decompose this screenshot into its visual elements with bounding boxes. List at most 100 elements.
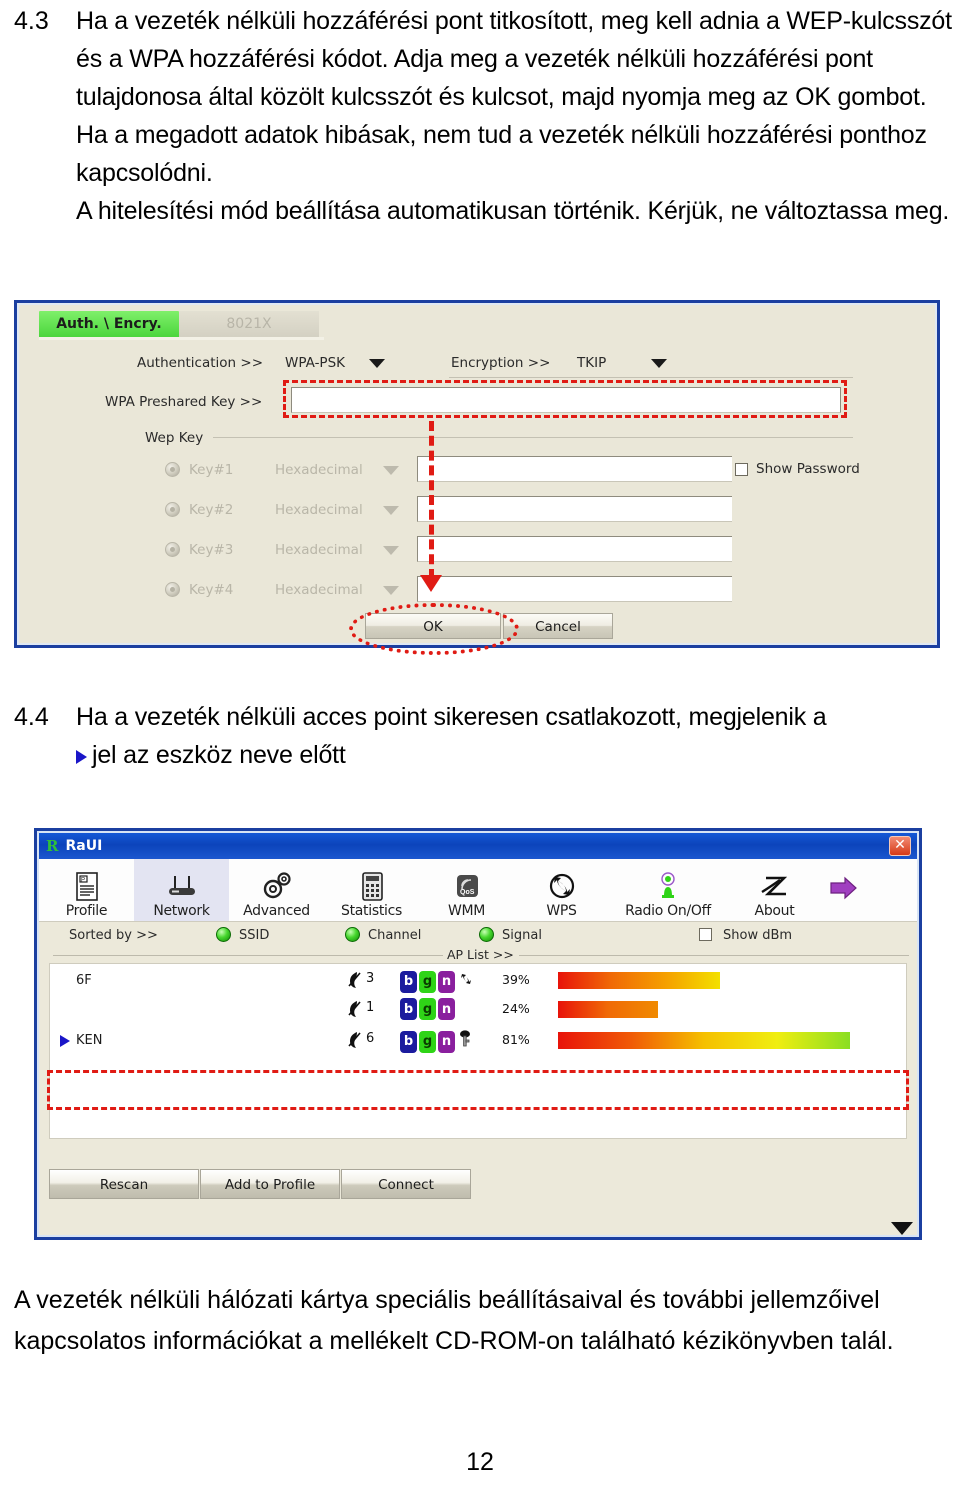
show-dbm-checkbox[interactable]	[699, 928, 712, 941]
tab-auth-encry[interactable]: Auth. \ Encry.	[39, 311, 179, 338]
expand-panel-button[interactable]	[826, 859, 862, 921]
wep-key-1-format[interactable]: Hexadecimal	[275, 462, 363, 478]
wep-key-3-label: Key#3	[189, 542, 234, 558]
scroll-down-icon[interactable]	[891, 1222, 913, 1235]
ap-list-label: AP List >>	[443, 947, 518, 962]
lock-icon	[457, 1029, 473, 1054]
add-to-profile-button[interactable]: Add to Profile	[200, 1169, 340, 1199]
authentication-value[interactable]: WPA-PSK	[285, 355, 345, 371]
closing-paragraph: A vezeték nélküli hálózati kártya speciá…	[14, 1286, 894, 1355]
wpa-preshared-key-label: WPA Preshared Key >>	[105, 394, 263, 410]
tab-radio-onoff-label: Radio On/Off	[625, 903, 711, 919]
tabbar-underline	[39, 337, 324, 340]
wep-key-4-input[interactable]	[417, 576, 732, 602]
svg-text:P: P	[81, 878, 85, 884]
tab-8021x[interactable]: 8021X	[179, 311, 319, 338]
about-icon	[758, 869, 792, 903]
encryption-label: Encryption >>	[451, 355, 551, 371]
tab-about[interactable]: About	[727, 859, 822, 921]
network-icon	[164, 869, 200, 903]
tab-statistics[interactable]: Statistics	[324, 859, 419, 921]
authentication-chevron-down-icon[interactable]	[369, 359, 385, 368]
profile-icon: P	[72, 869, 102, 903]
raui-toolbar: P Profile Network Advanced Statistics Qo…	[39, 859, 917, 922]
advanced-icon	[260, 869, 294, 903]
wep-key-2-label: Key#2	[189, 502, 234, 518]
tab-wmm[interactable]: QoS WMM	[419, 859, 514, 921]
show-dbm-label: Show dBm	[723, 928, 793, 943]
ap-row-1-ssid: 6F	[76, 973, 92, 988]
wep-key-1-chevron-down-icon[interactable]	[383, 466, 399, 475]
ap-row-1-badges: b g n	[400, 969, 475, 994]
wep-key-2-radio[interactable]	[165, 502, 180, 517]
raui-titlebar: R RaUI ✕	[39, 833, 917, 859]
wep-key-4-chevron-down-icon[interactable]	[383, 586, 399, 595]
svg-text:QoS: QoS	[460, 889, 475, 896]
wep-key-4-format[interactable]: Hexadecimal	[275, 582, 363, 598]
cancel-button[interactable]: Cancel	[503, 613, 613, 639]
document-page: 4.3 Ha a vezeték nélküli hozzáférési pon…	[0, 0, 960, 1504]
wep-key-3-chevron-down-icon[interactable]	[383, 546, 399, 555]
table-row[interactable]: 6F 3 b g n 39%	[50, 966, 906, 995]
tab-profile[interactable]: P Profile	[39, 859, 134, 921]
section-4-3-number: 4.3	[14, 7, 49, 35]
wep-key-3-format[interactable]: Hexadecimal	[275, 542, 363, 558]
ap-row-3-signal-bar	[558, 1032, 850, 1049]
section-4-3-body: Ha a vezeték nélküli hozzáférési pont ti…	[76, 2, 958, 230]
badge-b-icon: b	[400, 970, 417, 993]
wep-key-2-input[interactable]	[417, 496, 732, 522]
badge-n-icon: n	[438, 1030, 455, 1053]
tab-radio-onoff[interactable]: Radio On/Off	[609, 859, 727, 921]
ap-list[interactable]: 6F 3 b g n 39% 1 b g n 24% KEN 6 b g n 8…	[49, 963, 907, 1139]
wep-key-3-input[interactable]	[417, 536, 732, 562]
tab-about-label: About	[754, 903, 795, 919]
section-4-3-paragraph-1: Ha a vezeték nélküli hozzáférési pont ti…	[76, 7, 952, 187]
encryption-value[interactable]: TKIP	[577, 355, 606, 371]
badge-b-icon: b	[400, 998, 417, 1020]
connect-button[interactable]: Connect	[341, 1169, 471, 1199]
close-icon[interactable]: ✕	[889, 836, 911, 856]
sort-signal-radio[interactable]	[479, 927, 494, 942]
ap-row-2-badges: b g n	[400, 998, 455, 1020]
page-number: 12	[466, 1448, 494, 1476]
authentication-label: Authentication >>	[137, 355, 264, 371]
show-password-checkbox[interactable]	[735, 463, 748, 476]
rescan-button[interactable]: Rescan	[49, 1169, 199, 1199]
ap-list-header: AP List >>	[39, 947, 917, 963]
badge-n-icon: n	[438, 970, 455, 993]
sort-signal-label: Signal	[502, 928, 542, 943]
wep-key-1-input[interactable]	[417, 456, 732, 482]
tab-advanced[interactable]: Advanced	[229, 859, 324, 921]
channel-icon	[346, 999, 364, 1024]
wep-key-4-radio[interactable]	[165, 582, 180, 597]
wep-key-group-label: Wep Key	[145, 430, 204, 446]
statistics-icon	[357, 869, 387, 903]
ap-row-3-channel: 6	[366, 1031, 375, 1046]
sort-ssid-radio[interactable]	[216, 927, 231, 942]
tab-network-label: Network	[153, 903, 210, 919]
blue-triangle-icon	[76, 750, 87, 764]
encryption-chevron-down-icon[interactable]	[651, 359, 667, 368]
annotation-box-connected-ap	[47, 1070, 909, 1110]
section-4-4-number: 4.4	[14, 703, 49, 731]
ralink-logo-icon: R	[46, 837, 59, 855]
sort-channel-radio[interactable]	[345, 927, 360, 942]
table-row[interactable]: 1 b g n 24%	[50, 995, 906, 1024]
wep-key-3-radio[interactable]	[165, 542, 180, 557]
ap-row-2-channel: 1	[366, 1000, 375, 1015]
annotation-oval-ok-button	[349, 603, 519, 655]
raui-window-title: RaUI	[65, 838, 103, 854]
tab-wps[interactable]: WPS	[514, 859, 609, 921]
badge-b-icon: b	[400, 1030, 417, 1053]
section-4-3-paragraph-2: A hitelesítési mód beállítása automatiku…	[76, 197, 950, 225]
tab-wps-label: WPS	[546, 903, 577, 919]
wep-key-2-chevron-down-icon[interactable]	[383, 506, 399, 515]
annotation-vertical-line	[429, 421, 434, 579]
tab-statistics-label: Statistics	[341, 903, 402, 919]
wep-key-1-radio[interactable]	[165, 462, 180, 477]
wep-key-2-format[interactable]: Hexadecimal	[275, 502, 363, 518]
tab-network[interactable]: Network	[134, 859, 229, 921]
annotation-box-preshared-key	[283, 380, 847, 418]
table-row[interactable]: KEN 6 b g n 81%	[50, 1026, 906, 1055]
badge-g-icon: g	[419, 970, 436, 993]
